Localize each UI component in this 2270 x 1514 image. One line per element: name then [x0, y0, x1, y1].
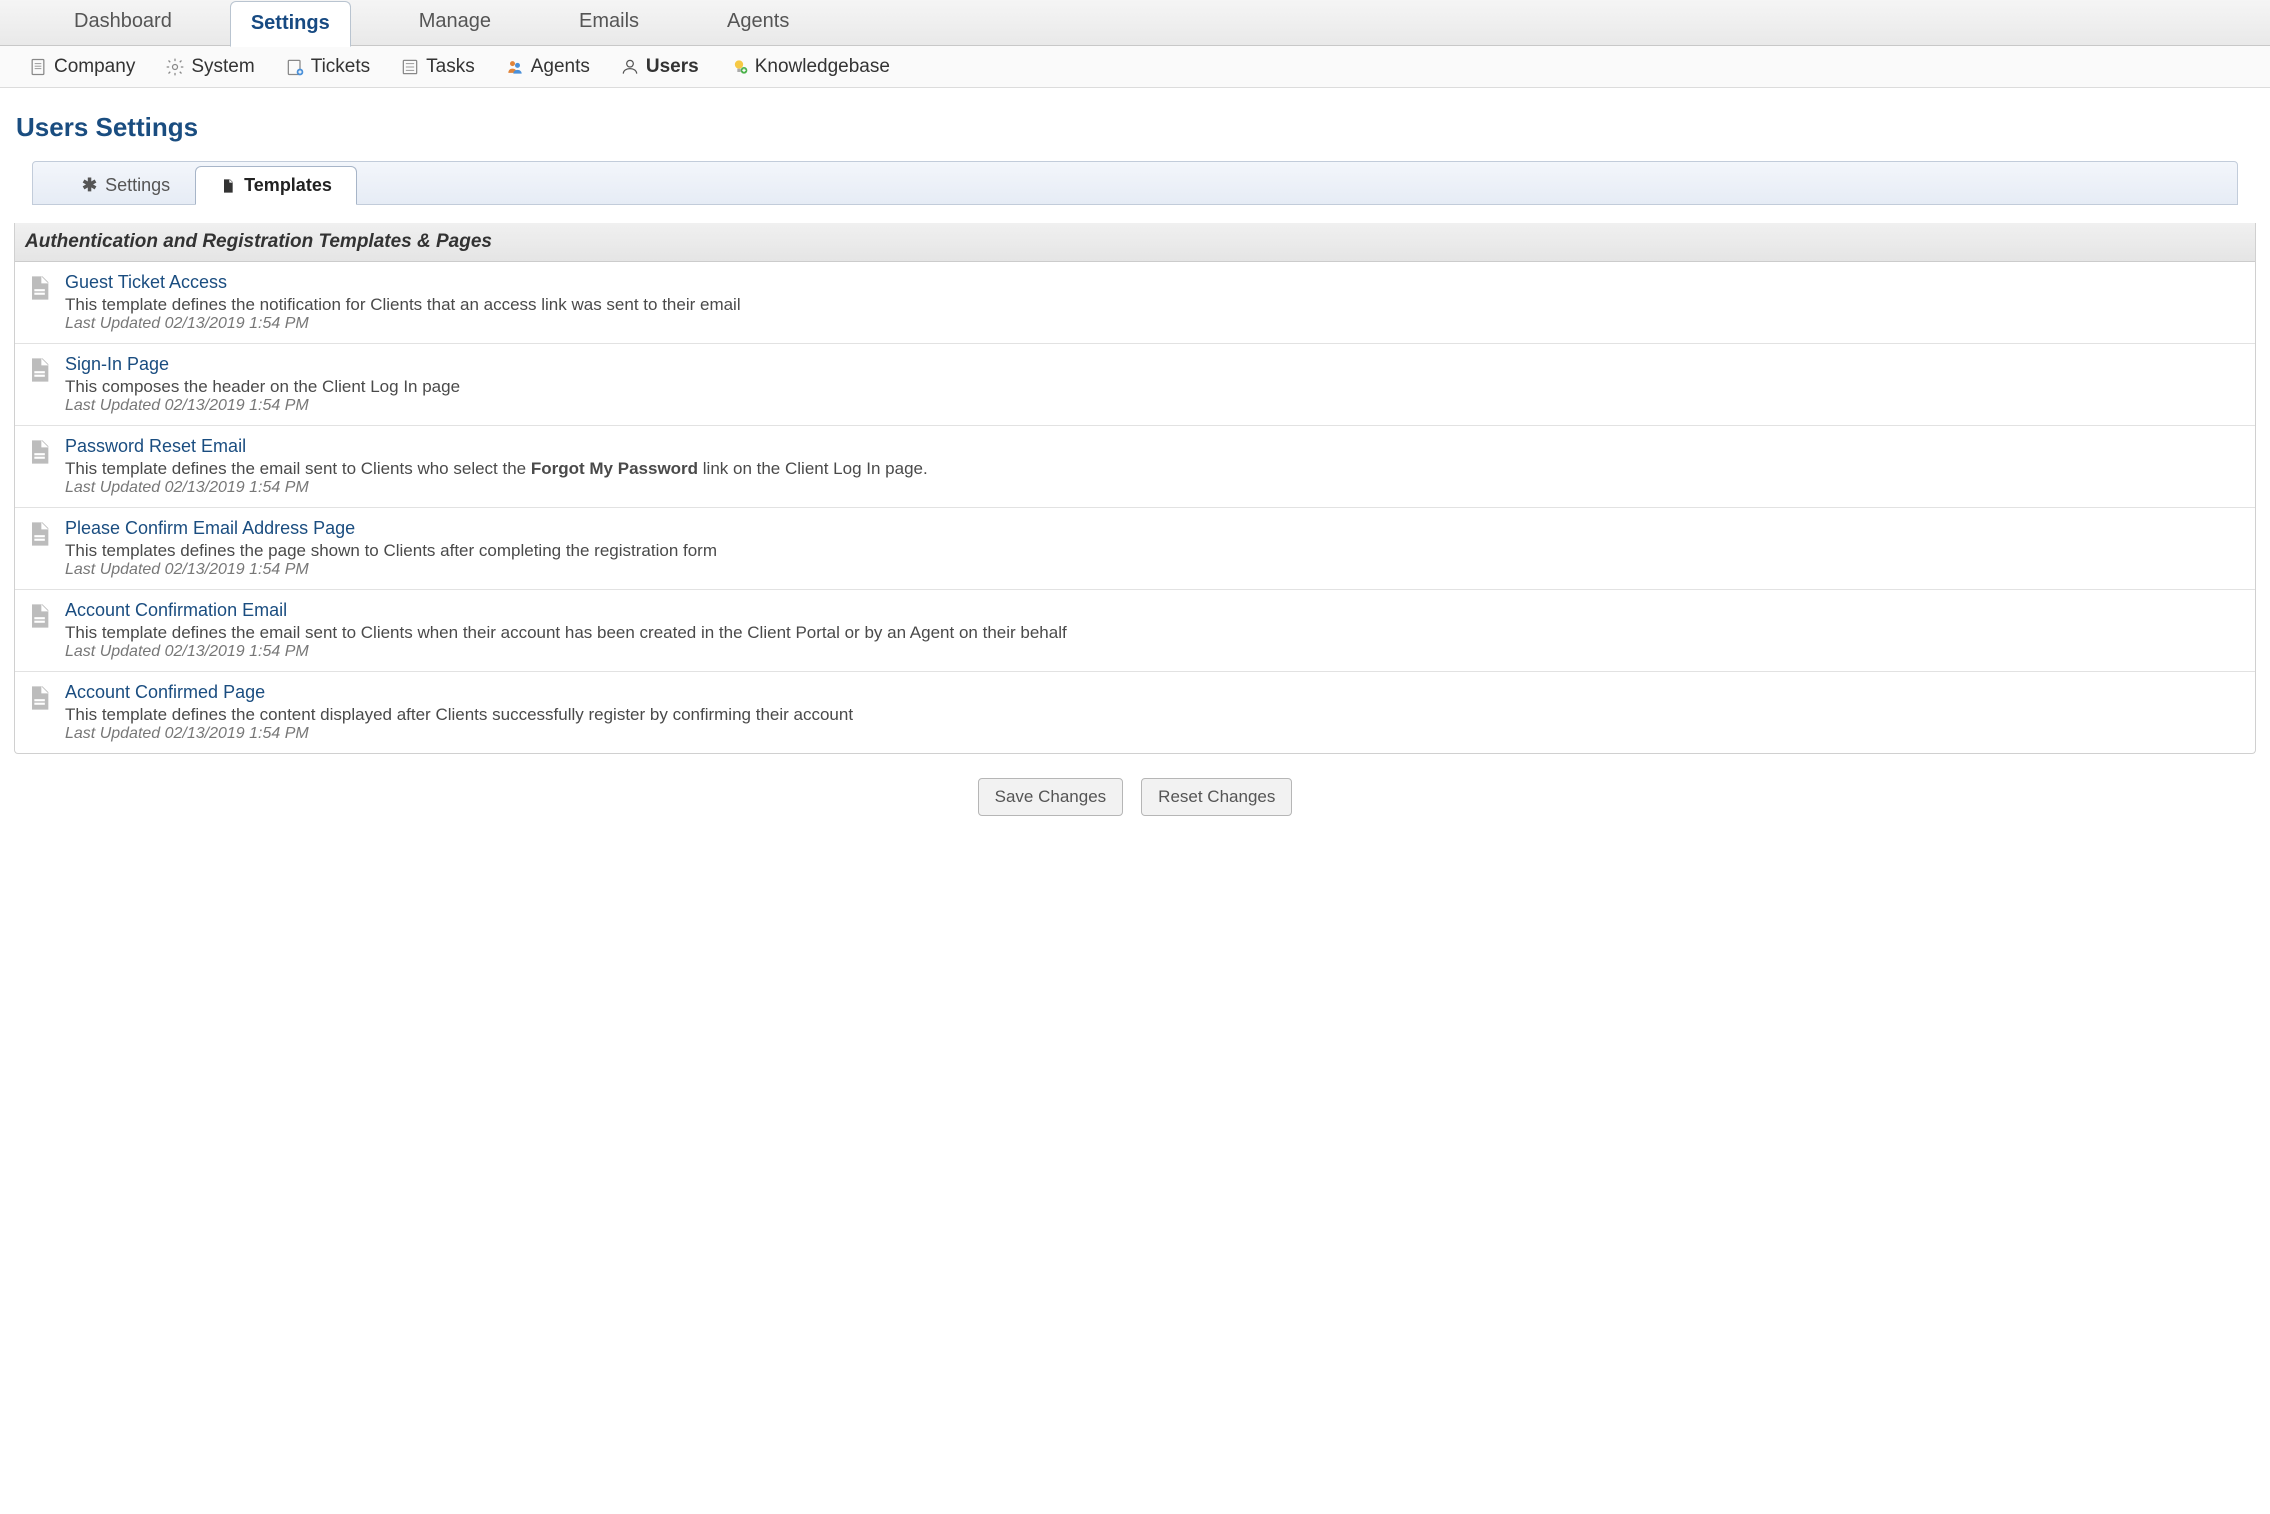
page-icon	[25, 518, 65, 579]
subnav-label: Tickets	[311, 56, 370, 78]
template-updated: Last Updated 02/13/2019 1:54 PM	[65, 315, 2243, 333]
subnav-label: Tasks	[426, 56, 475, 78]
template-updated: Last Updated 02/13/2019 1:54 PM	[65, 561, 2243, 579]
template-title-link[interactable]: Please Confirm Email Address Page	[65, 518, 2243, 539]
template-row: Sign-In PageThis composes the header on …	[15, 344, 2255, 426]
top-tabs: Dashboard Settings Manage Emails Agents	[0, 0, 2270, 46]
template-description: This template defines the content displa…	[65, 705, 2243, 725]
subnav-company[interactable]: Company	[22, 52, 141, 82]
template-row: Please Confirm Email Address PageThis te…	[15, 508, 2255, 590]
tasks-icon	[400, 57, 420, 77]
subnav-label: Knowledgebase	[755, 56, 890, 78]
template-updated: Last Updated 02/13/2019 1:54 PM	[65, 725, 2243, 743]
template-row: Password Reset Email This template define…	[15, 426, 2255, 508]
page-icon	[25, 272, 65, 333]
settings-subnav: Company System Tickets Tasks Agents User…	[0, 46, 2270, 88]
template-description-post: link on the Client Log In page.	[698, 459, 928, 478]
updated-date: 02/13/2019 1:54 PM	[165, 479, 309, 496]
updated-prefix: Last Updated	[65, 643, 165, 660]
updated-prefix: Last Updated	[65, 315, 165, 332]
subtab-label: Templates	[244, 175, 332, 196]
updated-prefix: Last Updated	[65, 479, 165, 496]
template-title-link[interactable]: Password Reset Email	[65, 436, 2243, 457]
page-icon	[25, 436, 65, 497]
template-body: Password Reset Email This template define…	[65, 436, 2243, 497]
page-title: Users Settings	[16, 112, 2256, 143]
updated-prefix: Last Updated	[65, 725, 165, 742]
tab-settings[interactable]: Settings	[230, 1, 351, 47]
updated-date: 02/13/2019 1:54 PM	[165, 397, 309, 414]
tab-emails[interactable]: Emails	[559, 0, 659, 45]
updated-date: 02/13/2019 1:54 PM	[165, 725, 309, 742]
subnav-label: System	[191, 56, 254, 78]
template-body: Guest Ticket AccessThis template defines…	[65, 272, 2243, 333]
subnav-label: Agents	[531, 56, 590, 78]
template-list: Guest Ticket AccessThis template defines…	[15, 262, 2255, 753]
template-row: Guest Ticket AccessThis template defines…	[15, 262, 2255, 344]
template-body: Please Confirm Email Address PageThis te…	[65, 518, 2243, 579]
template-body: Account Confirmation EmailThis template …	[65, 600, 2243, 661]
lightbulb-icon	[729, 57, 749, 77]
template-body: Sign-In PageThis composes the header on …	[65, 354, 2243, 415]
subnav-knowledgebase[interactable]: Knowledgebase	[723, 52, 896, 82]
page-icon	[25, 600, 65, 661]
subtab-strip: ✱ Settings Templates	[32, 161, 2238, 205]
template-description-pre: This template defines the email sent to …	[65, 459, 531, 478]
subnav-tickets[interactable]: Tickets	[279, 52, 376, 82]
updated-date: 02/13/2019 1:54 PM	[165, 315, 309, 332]
asterisk-icon: ✱	[82, 175, 97, 196]
updated-date: 02/13/2019 1:54 PM	[165, 643, 309, 660]
reset-button[interactable]: Reset Changes	[1141, 778, 1292, 816]
users-icon	[620, 57, 640, 77]
tab-agents[interactable]: Agents	[707, 0, 809, 45]
template-description: This template defines the notification f…	[65, 295, 2243, 315]
save-button[interactable]: Save Changes	[978, 778, 1124, 816]
template-row: Account Confirmed PageThis template defi…	[15, 672, 2255, 753]
template-title-link[interactable]: Account Confirmation Email	[65, 600, 2243, 621]
gear-icon	[165, 57, 185, 77]
agents-icon	[505, 57, 525, 77]
tab-dashboard[interactable]: Dashboard	[54, 0, 192, 45]
template-title-link[interactable]: Guest Ticket Access	[65, 272, 2243, 293]
template-updated: Last Updated 02/13/2019 1:54 PM	[65, 479, 2243, 497]
tab-manage[interactable]: Manage	[399, 0, 511, 45]
ticket-icon	[285, 57, 305, 77]
updated-prefix: Last Updated	[65, 561, 165, 578]
page-icon	[25, 354, 65, 415]
updated-prefix: Last Updated	[65, 397, 165, 414]
subnav-tasks[interactable]: Tasks	[394, 52, 481, 82]
template-description: This template defines the email sent to …	[65, 623, 2243, 643]
subtab-label: Settings	[105, 175, 170, 196]
template-updated: Last Updated 02/13/2019 1:54 PM	[65, 397, 2243, 415]
template-row: Account Confirmation EmailThis template …	[15, 590, 2255, 672]
subnav-label: Users	[646, 56, 699, 78]
updated-date: 02/13/2019 1:54 PM	[165, 561, 309, 578]
footer-buttons: Save Changes Reset Changes	[14, 778, 2256, 816]
page-icon	[25, 682, 65, 743]
subnav-agents[interactable]: Agents	[499, 52, 596, 82]
template-title-link[interactable]: Account Confirmed Page	[65, 682, 2243, 703]
templates-content: Authentication and Registration Template…	[14, 223, 2256, 754]
clipboard-icon	[28, 57, 48, 77]
template-updated: Last Updated 02/13/2019 1:54 PM	[65, 643, 2243, 661]
subnav-label: Company	[54, 56, 135, 78]
template-description: This composes the header on the Client L…	[65, 377, 2243, 397]
subtab-templates[interactable]: Templates	[195, 166, 357, 205]
template-body: Account Confirmed PageThis template defi…	[65, 682, 2243, 743]
section-header: Authentication and Registration Template…	[15, 223, 2255, 262]
page-small-icon	[220, 178, 236, 194]
template-description-bold: Forgot My Password	[531, 459, 698, 478]
template-description: This templates defines the page shown to…	[65, 541, 2243, 561]
template-title-link[interactable]: Sign-In Page	[65, 354, 2243, 375]
subnav-users[interactable]: Users	[614, 52, 705, 82]
subtab-settings[interactable]: ✱ Settings	[57, 166, 195, 205]
template-description: This template defines the email sent to …	[65, 459, 2243, 479]
subnav-system[interactable]: System	[159, 52, 260, 82]
